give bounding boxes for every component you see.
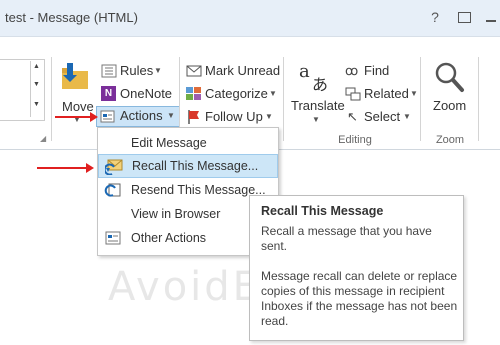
group-divider	[420, 57, 421, 141]
chevron-down-icon: ▼	[403, 112, 411, 121]
zoom-button[interactable]: Zoom	[428, 59, 472, 119]
other-actions-icon	[105, 231, 121, 245]
mark-unread-label: Mark Unread	[205, 63, 281, 78]
rules-button[interactable]: Rules ▼	[99, 61, 162, 81]
group-divider	[283, 57, 284, 141]
chevron-down-icon: ▼	[269, 89, 277, 98]
binoculars-icon: ꝏ	[345, 63, 359, 78]
menu-item-recall-message[interactable]: Recall This Message...	[98, 154, 278, 178]
chevron-down-icon: ▼	[167, 111, 175, 120]
menu-item-label: View in Browser	[131, 207, 221, 221]
onenote-label: OneNote	[120, 86, 173, 101]
tooltip-title: Recall This Message	[261, 204, 384, 218]
tooltip-description: Recall a message that you have sent.	[261, 224, 432, 253]
annotation-arrow-line	[55, 116, 91, 118]
restore-icon	[457, 12, 471, 23]
scroll-down-icon[interactable]: ▼	[33, 81, 40, 88]
find-button[interactable]: ꝏ Find	[343, 61, 403, 81]
rules-icon	[101, 64, 117, 78]
editing-group-label: Editing	[338, 134, 372, 146]
menu-item-label: Resend This Message...	[131, 183, 266, 197]
minimize-icon	[486, 20, 496, 22]
resend-icon	[104, 183, 121, 197]
envelope-icon	[186, 65, 202, 77]
categorize-label: Categorize	[205, 86, 268, 101]
select-button[interactable]: ↖ Select ▼	[343, 107, 413, 127]
menu-item-label: Recall This Message...	[132, 159, 259, 173]
related-button[interactable]: Related ▼	[343, 84, 418, 104]
related-label: Related	[364, 86, 409, 101]
flag-icon	[188, 110, 199, 124]
recall-tooltip: Recall This Message Recall a message tha…	[249, 195, 464, 341]
ribbon-display-options-button[interactable]	[455, 8, 473, 26]
tooltip-note: Message recall can delete or replace cop…	[261, 269, 458, 328]
title-bar: test - Message (HTML) ?	[0, 0, 500, 37]
translate-button[interactable]: a あ Translate ▼	[289, 59, 345, 131]
help-button[interactable]: ?	[426, 8, 444, 26]
cursor-icon: ↖	[347, 109, 358, 124]
magnifier-icon	[435, 62, 464, 92]
onenote-button[interactable]: N OneNote	[99, 84, 174, 104]
actions-icon	[100, 110, 115, 123]
rules-label: Rules	[120, 63, 154, 78]
categorize-button[interactable]: Categorize ▼	[184, 84, 279, 104]
follow-up-label: Follow Up	[205, 109, 263, 124]
scroll-up-icon[interactable]: ▲	[33, 63, 40, 70]
watermark: AvoidE	[108, 264, 261, 310]
gallery-more-icon[interactable]: ▼	[33, 101, 40, 108]
chevron-down-icon: ▼	[410, 89, 418, 98]
categorize-icon	[186, 87, 202, 101]
menu-item-edit-message[interactable]: Edit Message	[98, 131, 278, 155]
menu-item-label: Edit Message	[131, 136, 207, 150]
zoom-label: Zoom	[433, 98, 467, 113]
annotation-arrow-head	[86, 163, 94, 173]
actions-button[interactable]: Actions ▼	[96, 106, 180, 127]
dialog-launcher-icon[interactable]: ◢	[40, 134, 46, 143]
group-divider	[478, 57, 479, 141]
related-icon	[345, 87, 361, 101]
translate-icon: a あ	[299, 61, 329, 94]
move-folder-icon	[62, 63, 88, 89]
select-label: Select	[364, 109, 401, 124]
gallery-scrollbar[interactable]: ▲ ▼ ▼	[30, 61, 42, 117]
annotation-arrow-line	[37, 167, 87, 169]
translate-label: Translate	[291, 98, 345, 113]
follow-up-button[interactable]: Follow Up ▼	[184, 107, 279, 127]
mark-unread-button[interactable]: Mark Unread	[184, 61, 284, 81]
zoom-group-label: Zoom	[435, 134, 465, 146]
actions-label: Actions	[120, 108, 163, 123]
onenote-icon: N	[101, 86, 116, 101]
minimize-button[interactable]	[482, 8, 500, 26]
chevron-down-icon: ▼	[312, 115, 320, 124]
find-label: Find	[364, 63, 390, 78]
chevron-down-icon: ▼	[154, 66, 162, 75]
window-title: test - Message (HTML)	[5, 10, 138, 25]
chevron-down-icon: ▼	[265, 112, 273, 121]
annotation-arrow-head	[90, 112, 98, 122]
recall-envelope-icon	[105, 159, 123, 175]
group-divider	[51, 57, 52, 141]
menu-item-label: Other Actions	[131, 231, 207, 245]
